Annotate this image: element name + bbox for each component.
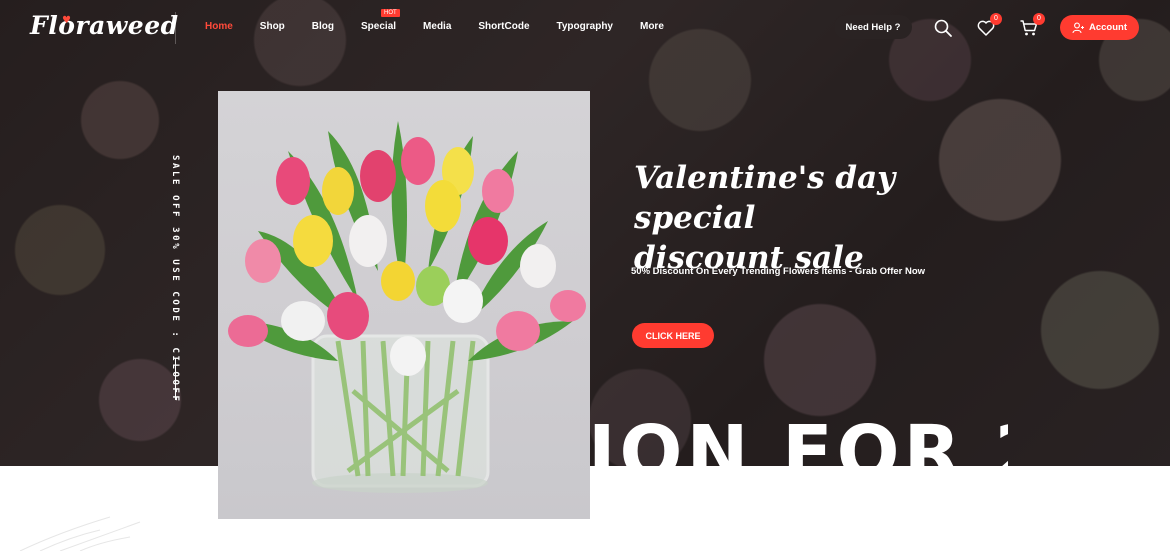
header-divider <box>175 12 176 44</box>
nav-item-special[interactable]: Special HOT <box>361 9 400 32</box>
search-button[interactable] <box>933 18 953 38</box>
hero-subtitle: 50% Discount On Every Trending Flowers I… <box>631 266 926 277</box>
cart-count-badge: 0 <box>1033 13 1045 25</box>
hero-background-text: ION FOR 2020 <box>588 410 1008 466</box>
leaf-decoration-icon <box>19 516 141 551</box>
nav-item-shortcode[interactable]: ShortCode <box>478 21 529 32</box>
cart-button[interactable]: 0 <box>1019 13 1045 38</box>
search-icon <box>934 19 952 37</box>
heart-logo-icon: ♥ <box>62 15 72 26</box>
wishlist-button[interactable]: 0 <box>976 13 1002 38</box>
user-icon <box>1072 22 1084 33</box>
click-here-button[interactable]: CLICK HERE <box>632 323 714 348</box>
nav-item-home[interactable]: Home <box>205 21 233 32</box>
nav-item-typography[interactable]: Typography <box>557 21 613 32</box>
account-label: Account <box>1089 22 1127 33</box>
tulip-bouquet-illustration <box>228 121 586 493</box>
hero-product-image <box>218 91 590 519</box>
hot-badge: HOT <box>381 9 400 17</box>
need-help-button[interactable]: Need Help ? <box>834 15 912 39</box>
brand-logo[interactable]: Floraweed ♥ <box>30 11 179 40</box>
account-button[interactable]: Account <box>1060 15 1139 40</box>
nav-item-blog[interactable]: Blog <box>312 21 334 32</box>
vertical-promo-text: SALE OFF 30% USE CODE : CILOOFF <box>169 155 183 404</box>
nav-item-media[interactable]: Media <box>423 21 451 32</box>
site-header: Floraweed ♥ Home Shop Blog Special HOT M… <box>0 0 1170 56</box>
wishlist-count-badge: 0 <box>990 13 1002 25</box>
hero-title-line-1: Valentine's day special <box>634 160 896 236</box>
main-nav: Home Shop Blog Special HOT Media ShortCo… <box>205 9 691 32</box>
brand-name: Floraweed <box>30 11 179 40</box>
promo-divider-line <box>175 358 176 400</box>
nav-item-special-label: Special <box>361 21 397 32</box>
nav-item-more[interactable]: More <box>640 21 664 32</box>
nav-item-shop[interactable]: Shop <box>260 21 285 32</box>
hero-title: Valentine's day special discount sale <box>634 158 994 278</box>
